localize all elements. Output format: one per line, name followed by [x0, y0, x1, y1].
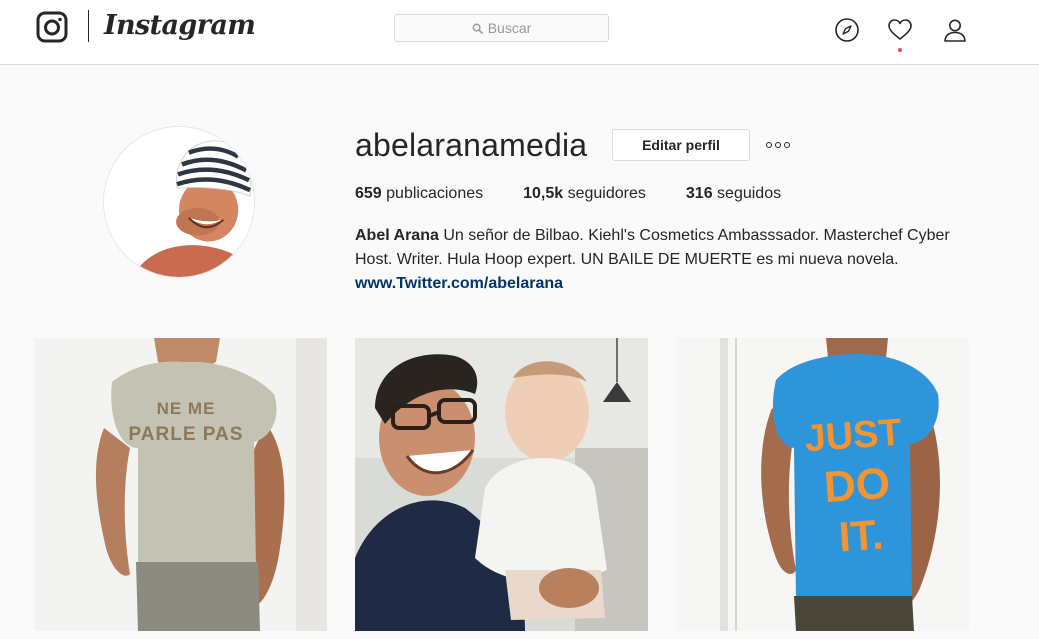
heart-icon[interactable]: [887, 17, 913, 43]
bio-name: Abel Arana: [355, 227, 439, 244]
top-nav: Instagram Buscar: [0, 0, 1039, 65]
shirt-print-line-3: IT.: [837, 511, 885, 561]
profile-stats: 659 publicaciones 10,5k seguidores 316 s…: [355, 183, 821, 205]
avatar-photo: [104, 127, 254, 277]
post-thumbnail[interactable]: [355, 338, 648, 631]
bio-text: Un señor de Bilbao. Kiehl's Cosmetics Am…: [355, 227, 950, 268]
profile-bio: Abel Arana Un señor de Bilbao. Kiehl's C…: [355, 224, 975, 296]
more-options-icon[interactable]: [763, 137, 793, 153]
stat-following-label: seguidos: [717, 185, 782, 202]
compass-icon[interactable]: [834, 17, 860, 43]
instagram-glyph-icon[interactable]: [36, 11, 68, 43]
search-input[interactable]: Buscar: [394, 14, 609, 42]
post-photo: [355, 338, 648, 631]
dot: [784, 142, 790, 148]
bio-link[interactable]: www.Twitter.com/abelarana: [355, 272, 975, 296]
post-thumbnail[interactable]: NE ME PARLE PAS: [34, 338, 327, 631]
instagram-wordmark[interactable]: Instagram: [104, 8, 256, 44]
stat-posts: 659 publicaciones: [355, 183, 483, 205]
edit-profile-button[interactable]: Editar perfil: [612, 129, 750, 161]
notification-dot: [898, 48, 902, 52]
user-icon[interactable]: [942, 17, 968, 43]
stat-followers[interactable]: 10,5k seguidores: [523, 183, 646, 205]
shirt-print-line-2: PARLE PAS: [129, 424, 244, 445]
profile-avatar[interactable]: [103, 126, 255, 278]
stat-following[interactable]: 316 seguidos: [686, 183, 781, 205]
dot: [775, 142, 781, 148]
stat-followers-count: 10,5k: [523, 185, 564, 202]
stat-followers-label: seguidores: [567, 185, 646, 202]
post-thumbnail[interactable]: JUST DO IT.: [676, 338, 969, 631]
stat-following-count: 316: [685, 185, 713, 202]
nav-divider: [88, 10, 89, 42]
post-photo: NE ME PARLE PAS: [34, 338, 327, 631]
shirt-print-line-1: NE ME: [157, 399, 216, 418]
dot: [766, 142, 772, 148]
post-photo: JUST DO IT.: [676, 338, 969, 631]
search-placeholder: Buscar: [487, 20, 532, 36]
stat-posts-label: publicaciones: [386, 185, 484, 202]
search-icon: [472, 23, 483, 34]
shirt-print-line-2: DO: [822, 459, 891, 512]
shirt-print-line-1: JUST: [803, 412, 903, 461]
stat-posts-count: 659: [355, 185, 382, 202]
profile-username: abelaranamedia: [355, 127, 588, 163]
